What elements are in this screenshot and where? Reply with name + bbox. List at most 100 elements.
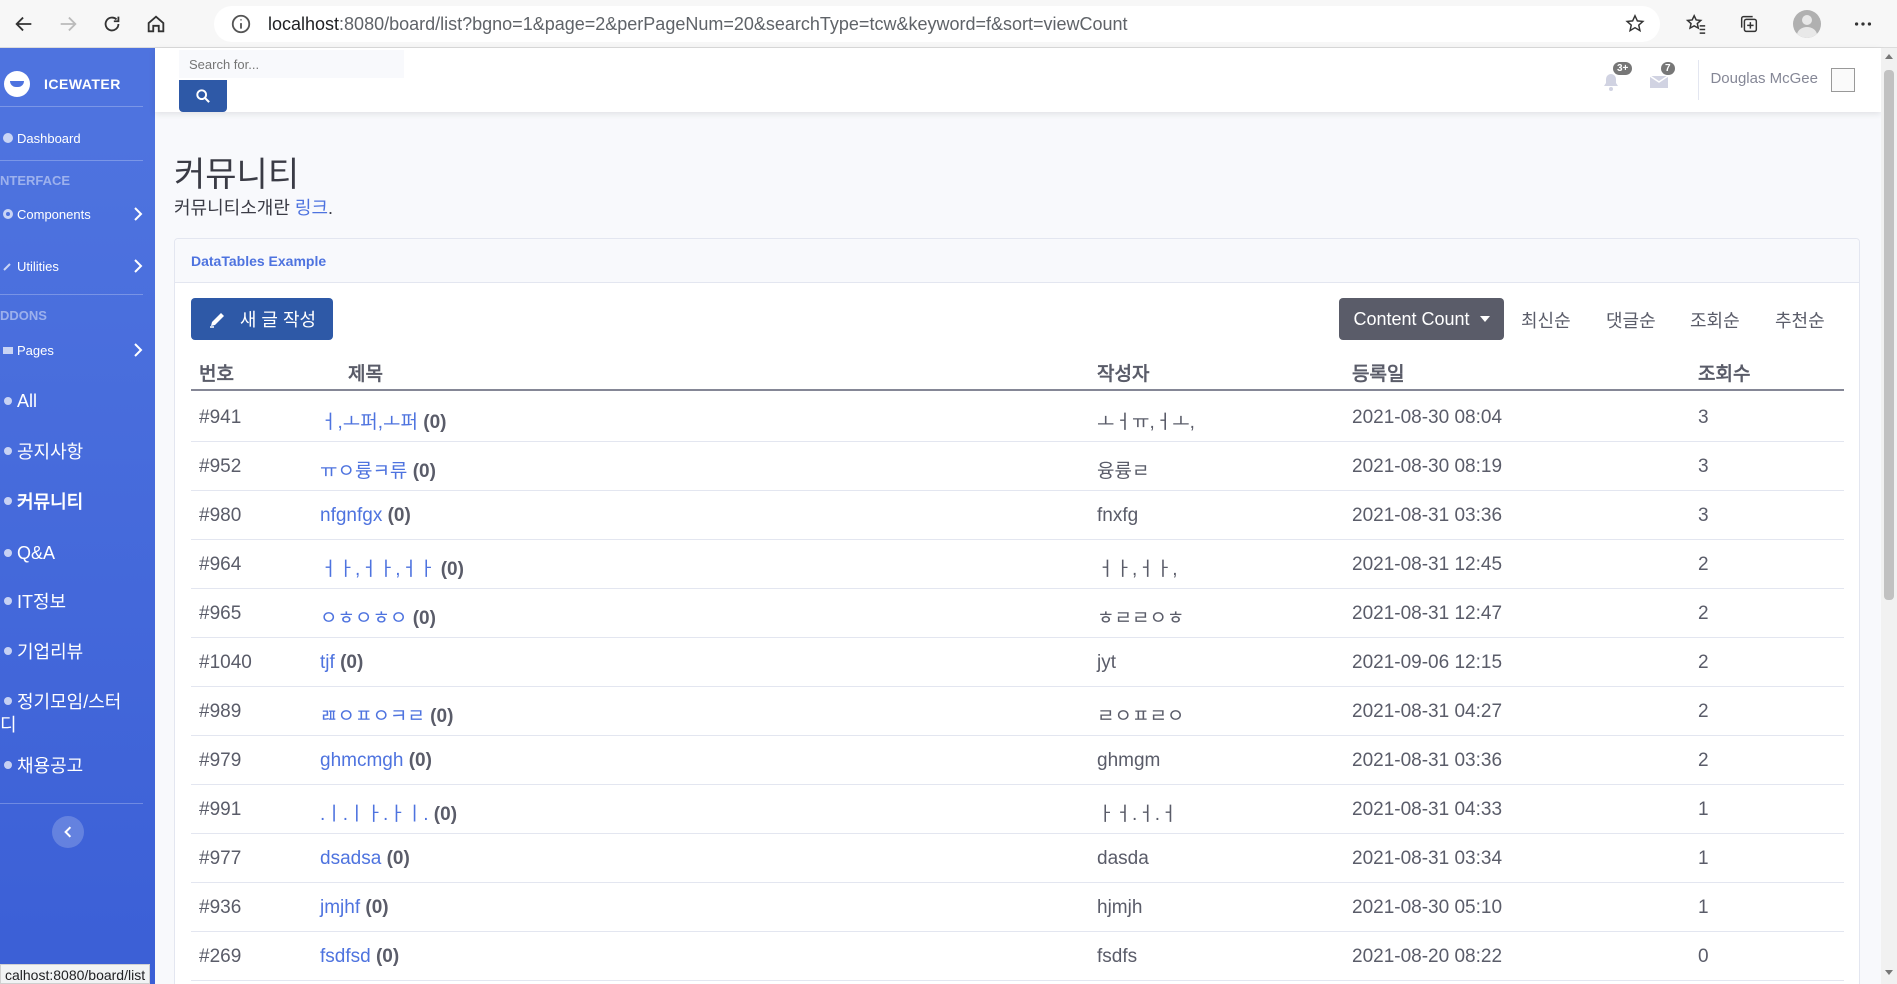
sidebar-toggle-button[interactable]: [52, 816, 84, 848]
post-title-link[interactable]: ㅇㅎㅇㅎㅇ: [320, 608, 407, 629]
table-row[interactable]: #1040 tjf (0) jyt 2021-09-06 12:15 2: [191, 638, 1844, 687]
post-title-link[interactable]: .ㅣ.ㅣㅏ.ㅏㅣ.: [320, 804, 429, 825]
comment-count: (0): [365, 897, 389, 918]
sidebar-item-pages[interactable]: Pages: [0, 336, 155, 364]
table-row[interactable]: #991 .ㅣ.ㅣㅏ.ㅏㅣ. (0) ㅏㅓ.ㅓ.ㅓ 2021-08-31 04:33 1: [191, 785, 1844, 834]
sidebar-item-all[interactable]: All: [0, 384, 155, 418]
column-header-number[interactable]: 번호: [199, 359, 234, 386]
status-bar-url: calhost:8080/board/list: [0, 964, 151, 984]
write-post-button[interactable]: 새 글 작성: [191, 298, 333, 340]
reload-button[interactable]: [92, 4, 132, 44]
table-row[interactable]: #979 ghmcmgh (0) ghmgm 2021-08-31 03:36 2: [191, 736, 1844, 785]
post-date: 2021-08-31 04:27: [1352, 701, 1503, 722]
sidebar-item-label: 디: [0, 715, 17, 735]
collections-icon: [1740, 15, 1758, 33]
table-row[interactable]: #936 jmjhf (0) hjmjh 2021-08-30 05:10 1: [191, 883, 1844, 932]
scroll-up-arrow-icon[interactable]: [1885, 54, 1893, 59]
sidebar-item-notice[interactable]: 공지사항: [0, 434, 155, 468]
add-favorite-icon[interactable]: [1624, 13, 1646, 35]
post-title-cell: ㅇㅎㅇㅎㅇ (0): [320, 603, 436, 630]
column-header-title[interactable]: 제목: [348, 359, 383, 386]
table-row[interactable]: #964 ㅓㅏ,ㅓㅏ,ㅓㅏ (0) ㅓㅏ,ㅓㅏ, 2021-08-31 12:45 2: [191, 540, 1844, 589]
user-name[interactable]: Douglas McGee: [1705, 70, 1818, 87]
page-scrollbar[interactable]: [1881, 48, 1897, 984]
comment-count: (0): [387, 505, 411, 526]
post-date: 2021-08-30 08:04: [1352, 407, 1503, 428]
sidebar-item-label: 커뮤니티: [17, 492, 84, 512]
sidebar-item-label: IT정보: [17, 592, 67, 612]
post-views: 1: [1698, 799, 1709, 820]
sort-latest-link[interactable]: 최신순: [1521, 307, 1571, 333]
forward-button[interactable]: [48, 4, 88, 44]
post-title-link[interactable]: jmjhf: [320, 897, 360, 918]
sidebar-item-label: 공지사항: [17, 442, 84, 462]
search-button[interactable]: [179, 80, 227, 112]
post-date: 2021-08-30 08:19: [1352, 456, 1503, 477]
column-header-author[interactable]: 작성자: [1097, 359, 1149, 386]
scrollbar-thumb[interactable]: [1884, 70, 1894, 600]
sidebar-item-label: 기업리뷰: [17, 642, 84, 662]
column-header-views[interactable]: 조회수: [1698, 359, 1750, 386]
address-bar[interactable]: localhost:8080/board/list?bgno=1&page=2&…: [214, 6, 1660, 42]
post-title-link[interactable]: dsadsa: [320, 848, 381, 869]
sidebar-item-utilities[interactable]: Utilities: [0, 252, 155, 280]
table-row[interactable]: #941 ㅓ,ㅗ퍼,ㅗ퍼 (0) ㅗㅓㅠ,ㅓㅗ, 2021-08-30 08:04 3: [191, 393, 1844, 442]
table-row[interactable]: #980 nfgnfgx (0) fnxfg 2021-08-31 03:36 3: [191, 491, 1844, 540]
sidebar-item-jobs[interactable]: 채용공고: [0, 748, 155, 782]
profile-button[interactable]: [1787, 4, 1827, 44]
favorites-button[interactable]: [1676, 4, 1716, 44]
post-title-link[interactable]: ㄿㅇㅍㅇㅋㄹ: [320, 706, 425, 727]
sidebar-item-study-group-wrap[interactable]: 디: [0, 710, 155, 738]
sidebar-item-company-review[interactable]: 기업리뷰: [0, 634, 155, 668]
post-title-link[interactable]: fsdfsd: [320, 946, 371, 967]
comment-count: (0): [430, 706, 454, 727]
post-date: 2021-08-31 03:36: [1352, 505, 1503, 526]
comment-count: (0): [408, 750, 432, 771]
post-number: #952: [199, 456, 242, 477]
sidebar-item-qna[interactable]: Q&A: [0, 536, 155, 570]
sidebar-item-dashboard[interactable]: Dashboard: [0, 124, 155, 152]
back-button[interactable]: [4, 4, 44, 44]
more-menu-button[interactable]: [1843, 4, 1883, 44]
table-row[interactable]: #965 ㅇㅎㅇㅎㅇ (0) ㅎㄹㄹㅇㅎ 2021-08-31 12:47 2: [191, 589, 1844, 638]
post-title-cell: nfgnfgx (0): [320, 505, 411, 527]
sidebar-item-components[interactable]: Components: [0, 200, 155, 228]
topbar: 3+ 7 Douglas McGee: [155, 48, 1881, 112]
content-count-dropdown[interactable]: Content Count: [1339, 298, 1504, 340]
folder-icon: [3, 347, 13, 354]
user-avatar[interactable]: [1831, 68, 1855, 92]
post-author: ㄹㅇㅍㄹㅇ: [1097, 706, 1185, 727]
sidebar-brand[interactable]: ICEWATER: [0, 62, 155, 106]
chevron-right-icon: [134, 343, 143, 357]
messages-button[interactable]: 7: [1649, 62, 1677, 96]
sort-recommend-link[interactable]: 추천순: [1775, 307, 1825, 333]
post-title-cell: ㅓ,ㅗ퍼,ㅗ퍼 (0): [320, 407, 446, 434]
search-input[interactable]: [179, 50, 404, 78]
table-row[interactable]: #269 fsdfsd (0) fsdfs 2021-08-20 08:22 0: [191, 932, 1844, 981]
collections-button[interactable]: [1729, 4, 1769, 44]
column-header-date[interactable]: 등록일: [1352, 359, 1404, 386]
question-icon: [4, 549, 12, 557]
caret-down-icon: [1479, 316, 1490, 322]
post-title-link[interactable]: ghmcmgh: [320, 750, 403, 771]
post-title-link[interactable]: ㅓ,ㅗ퍼,ㅗ퍼: [320, 412, 418, 433]
post-title-link[interactable]: tjf: [320, 652, 335, 673]
home-button[interactable]: [136, 4, 176, 44]
post-title-link[interactable]: ㅠㅇ륭ㅋ류: [320, 461, 407, 482]
list-icon: [4, 397, 12, 405]
post-title-link[interactable]: ㅓㅏ,ㅓㅏ,ㅓㅏ: [320, 559, 435, 580]
post-title-link[interactable]: nfgnfgx: [320, 505, 382, 526]
description-link[interactable]: 링크: [295, 198, 328, 218]
post-author: ㅗㅓㅠ,ㅓㅗ,: [1097, 412, 1195, 433]
sort-views-link[interactable]: 조회순: [1690, 307, 1740, 333]
sidebar-item-it-info[interactable]: IT정보: [0, 584, 155, 618]
sort-comments-link[interactable]: 댓글순: [1606, 307, 1656, 333]
table-row[interactable]: #952 ㅠㅇ륭ㅋ류 (0) 융륭ㄹ 2021-08-30 08:19 3: [191, 442, 1844, 491]
alerts-button[interactable]: 3+: [1601, 62, 1633, 96]
sidebar-item-community[interactable]: 커뮤니티: [0, 484, 155, 518]
table-row[interactable]: #989 ㄿㅇㅍㅇㅋㄹ (0) ㄹㅇㅍㄹㅇ 2021-08-31 04:27 2: [191, 687, 1844, 736]
table-row[interactable]: #977 dsadsa (0) dasda 2021-08-31 03:34 1: [191, 834, 1844, 883]
comment-count: (0): [375, 946, 400, 967]
comment-count: (0): [423, 412, 447, 433]
scroll-down-arrow-icon[interactable]: [1885, 970, 1893, 975]
